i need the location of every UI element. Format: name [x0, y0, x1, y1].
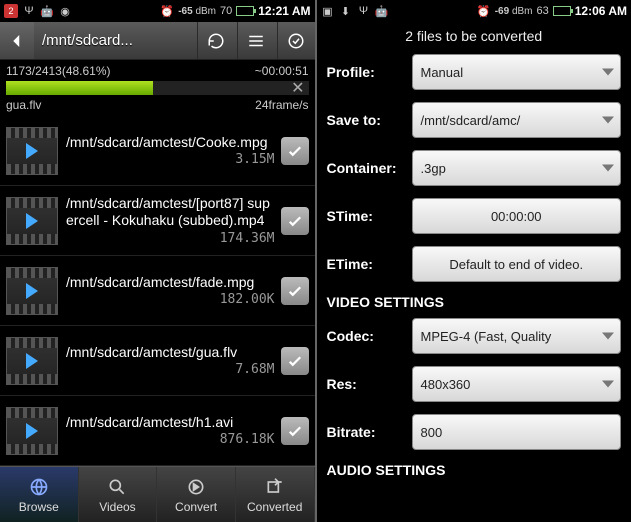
profile-label: Profile:	[327, 64, 412, 80]
list-item[interactable]: /mnt/sdcard/amctest/[port87] supercell -…	[0, 186, 315, 256]
convert-icon	[185, 476, 207, 498]
check-button[interactable]	[277, 22, 315, 59]
container-label: Container:	[327, 160, 412, 176]
video-thumb-icon	[6, 337, 58, 385]
file-name: /mnt/sdcard/amctest/Cooke.mpg	[66, 134, 275, 151]
list-item[interactable]: /mnt/sdcard/amctest/gua.flv 7.68M	[0, 326, 315, 396]
tab-videos[interactable]: Videos	[79, 467, 158, 522]
res-label: Res:	[327, 376, 412, 392]
settings-form: Profile: Manual Save to: /mnt/sdcard/amc…	[317, 50, 631, 522]
file-size: 182.00K	[66, 292, 275, 307]
video-thumb-icon	[6, 127, 58, 175]
chevron-down-icon	[602, 69, 614, 76]
progress-area: 1173/2413(48.61%) ~00:00:51 ✕ gua.flv 24…	[0, 60, 315, 116]
bottom-tabs: Browse Videos Convert Converted	[0, 466, 315, 522]
list-item[interactable]: /mnt/sdcard/amctest/Cooke.mpg 3.15M	[0, 116, 315, 186]
tab-label: Videos	[99, 500, 135, 514]
download-icon: ⬇	[339, 4, 353, 18]
res-dropdown[interactable]: 480x360	[412, 366, 622, 402]
file-list: /mnt/sdcard/amctest/Cooke.mpg 3.15M /mnt…	[0, 116, 315, 466]
battery-percent: 63	[537, 5, 549, 17]
alarm-icon: ⏰	[160, 4, 174, 18]
video-thumb-icon	[6, 407, 58, 455]
export-icon	[264, 476, 286, 498]
progress-rate: 24frame/s	[255, 98, 308, 112]
progress-remaining: ~00:00:51	[255, 64, 309, 78]
clock: 12:21 AM	[258, 4, 310, 18]
battery-icon	[236, 6, 254, 16]
app-icon: ◉	[58, 4, 72, 18]
video-section-title: VIDEO SETTINGS	[327, 294, 622, 310]
sd-icon: ▣	[321, 4, 335, 18]
back-button[interactable]	[0, 22, 34, 59]
chevron-down-icon	[602, 165, 614, 172]
tab-converted[interactable]: Converted	[236, 467, 315, 522]
status-bar: 2 Ψ 🤖 ◉ ⏰ -65 dBm 70 12:21 AM	[0, 0, 315, 22]
android-icon: 🤖	[375, 4, 389, 18]
etime-input[interactable]: Default to end of video.	[412, 246, 622, 282]
globe-icon	[28, 476, 50, 498]
codec-dropdown[interactable]: MPEG-4 (Fast, Quality	[412, 318, 622, 354]
check-toggle[interactable]	[281, 347, 309, 375]
stime-label: STime:	[327, 208, 412, 224]
usb-icon: Ψ	[357, 4, 371, 18]
bitrate-input[interactable]: 800	[412, 414, 622, 450]
tab-label: Browse	[19, 500, 59, 514]
file-name: /mnt/sdcard/amctest/gua.flv	[66, 344, 275, 361]
progress-filename: gua.flv	[6, 98, 41, 112]
check-toggle[interactable]	[281, 417, 309, 445]
file-name: /mnt/sdcard/amctest/fade.mpg	[66, 274, 275, 291]
tab-label: Convert	[175, 500, 217, 514]
tab-label: Converted	[247, 500, 302, 514]
battery-percent: 70	[220, 5, 232, 17]
chevron-down-icon	[602, 333, 614, 340]
clock: 12:06 AM	[575, 4, 627, 18]
codec-label: Codec:	[327, 328, 412, 344]
saveto-dropdown[interactable]: /mnt/sdcard/amc/	[412, 102, 622, 138]
saveto-label: Save to:	[327, 112, 412, 128]
check-toggle[interactable]	[281, 207, 309, 235]
check-toggle[interactable]	[281, 277, 309, 305]
alarm-icon: ⏰	[477, 4, 491, 18]
chevron-down-icon	[602, 117, 614, 124]
audio-section-title: AUDIO SETTINGS	[327, 462, 622, 478]
path-display[interactable]: /mnt/sdcard...	[36, 32, 195, 49]
battery-icon	[553, 6, 571, 16]
container-dropdown[interactable]: .3gp	[412, 150, 622, 186]
signal-dbm: -65	[178, 6, 192, 17]
tab-browse[interactable]: Browse	[0, 467, 79, 522]
file-size: 174.36M	[66, 231, 275, 246]
android-icon: 🤖	[40, 4, 54, 18]
menu-button[interactable]	[237, 22, 275, 59]
file-name: /mnt/sdcard/amctest/[port87] supercell -…	[66, 195, 275, 229]
search-icon	[106, 476, 128, 498]
video-thumb-icon	[6, 267, 58, 315]
refresh-button[interactable]	[197, 22, 235, 59]
list-item[interactable]: /mnt/sdcard/amctest/fade.mpg 182.00K	[0, 256, 315, 326]
usb-icon: Ψ	[22, 4, 36, 18]
list-item[interactable]: /mnt/sdcard/amctest/h1.avi 876.18K	[0, 396, 315, 466]
chevron-down-icon	[602, 381, 614, 388]
top-bar: /mnt/sdcard...	[0, 22, 315, 60]
file-size: 3.15M	[66, 152, 275, 167]
file-size: 876.18K	[66, 432, 275, 447]
stime-input[interactable]: 00:00:00	[412, 198, 622, 234]
check-toggle[interactable]	[281, 137, 309, 165]
bitrate-label: Bitrate:	[327, 424, 412, 440]
etime-label: ETime:	[327, 256, 412, 272]
progress-bar: ✕	[6, 81, 309, 95]
progress-counter: 1173/2413(48.61%)	[6, 64, 111, 78]
signal-dbm: -69	[495, 6, 509, 17]
cancel-icon[interactable]: ✕	[287, 78, 308, 98]
tab-convert[interactable]: Convert	[157, 467, 236, 522]
status-bar: ▣ ⬇ Ψ 🤖 ⏰ -69 dBm 63 12:06 AM	[317, 0, 631, 22]
notification-badge: 2	[4, 4, 18, 18]
file-size: 7.68M	[66, 362, 275, 377]
file-name: /mnt/sdcard/amctest/h1.avi	[66, 414, 275, 431]
video-thumb-icon	[6, 197, 58, 245]
convert-header: 2 files to be converted	[317, 22, 631, 50]
profile-dropdown[interactable]: Manual	[412, 54, 622, 90]
